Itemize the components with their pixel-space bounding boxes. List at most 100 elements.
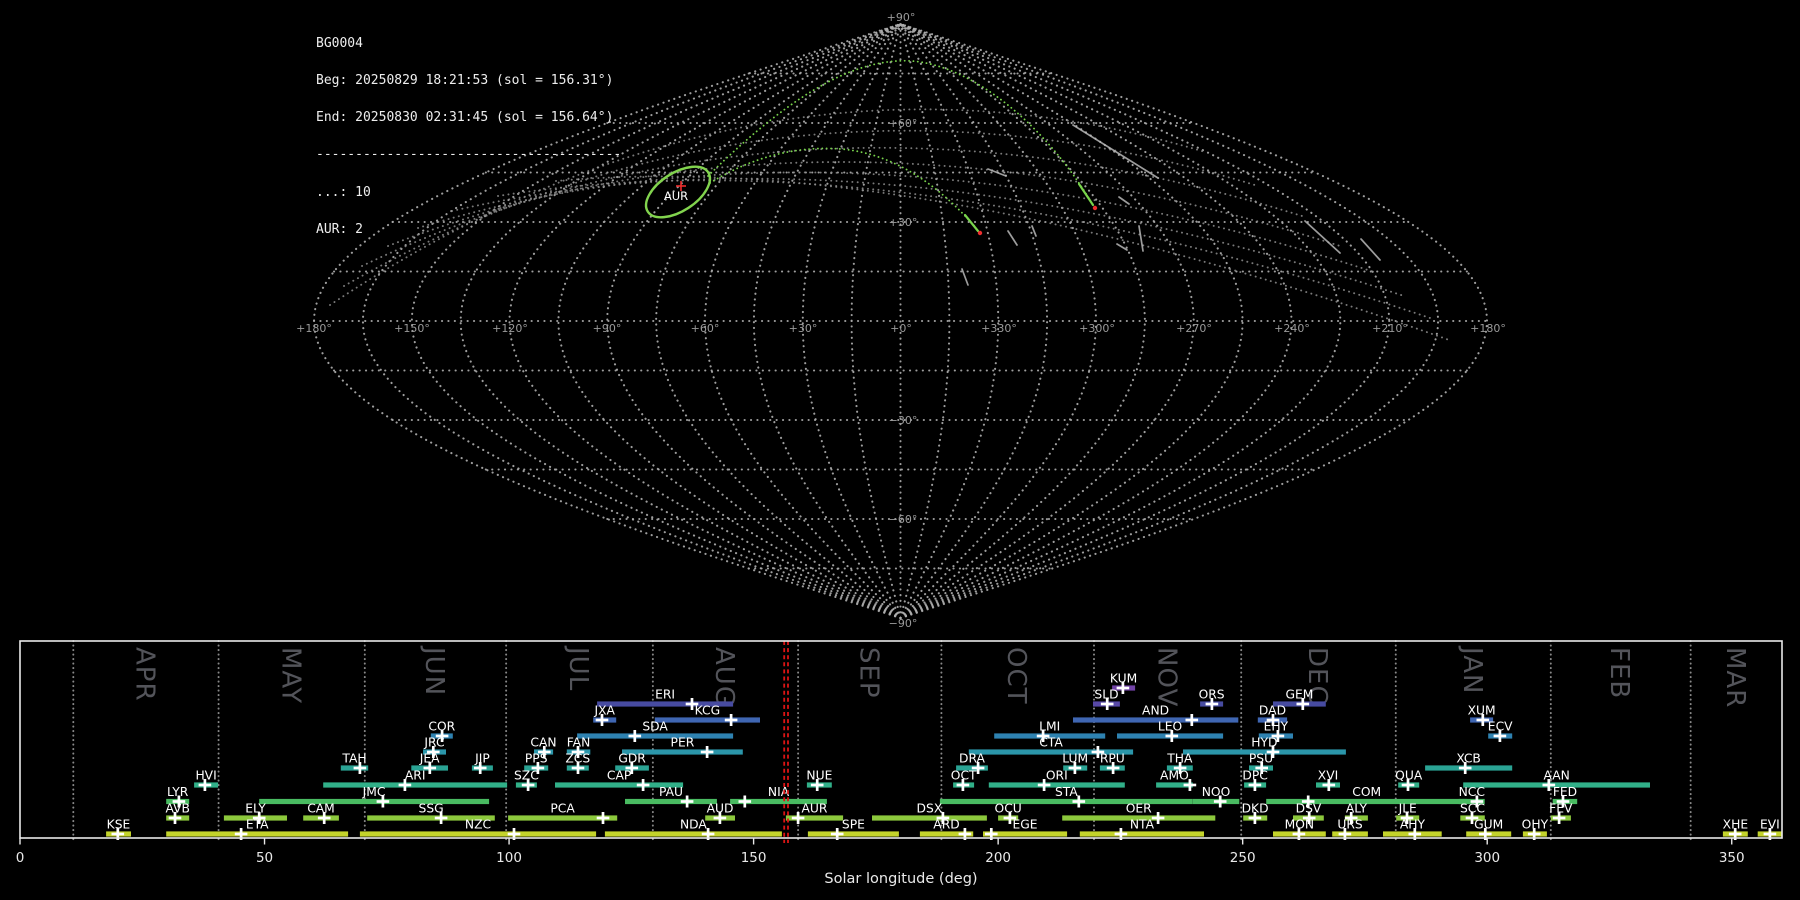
- shower-code-label: SPE: [842, 818, 865, 832]
- shower-code-label: STA: [1055, 785, 1078, 799]
- shower-code-label: OER: [1126, 802, 1152, 816]
- shower-code-label: PER: [671, 736, 695, 750]
- longitude-label: +270°: [1176, 322, 1212, 335]
- shower-bar: [939, 798, 1193, 805]
- shower-code-label: URS: [1337, 818, 1363, 832]
- shower-code-label: EGE: [1012, 818, 1037, 832]
- latitude-label: −90°: [889, 617, 918, 630]
- shower-code-label: CAP: [607, 769, 631, 783]
- shower-track-dotted: [709, 147, 977, 229]
- latitude-label: +90°: [887, 11, 916, 24]
- shower-code-label: AUR: [802, 802, 828, 816]
- latitude-label: −60°: [889, 513, 918, 526]
- shower-code-label: OCU: [995, 802, 1022, 816]
- longitude-label: +180°: [1470, 322, 1506, 335]
- shower-code-label: TAH: [341, 752, 366, 766]
- shower-bar: [577, 733, 734, 739]
- meteor-streak: [1118, 196, 1130, 205]
- end-time-line: End: 20250830 02:31:45 (sol = 156.64°): [316, 110, 614, 126]
- shower-code-label: ALY: [1346, 802, 1368, 816]
- longitude-label: +210°: [1372, 322, 1408, 335]
- shower-code-label: ELY: [245, 802, 266, 816]
- shower-code-label: CAM: [307, 802, 335, 816]
- meteor-streak: [1031, 225, 1037, 237]
- shower-code-label: NUE: [806, 769, 832, 783]
- meteor-end-dot: [1092, 205, 1098, 211]
- x-tick-label: 0: [16, 850, 25, 866]
- x-tick-label: 200: [985, 850, 1011, 866]
- month-label: OCT: [1001, 647, 1031, 705]
- shower-bar: [1079, 831, 1204, 837]
- shower-code-label: GUM: [1474, 818, 1503, 832]
- month-label: JUN: [419, 645, 449, 696]
- longitude-label: +150°: [394, 322, 430, 335]
- meteor-streak: [1116, 243, 1128, 251]
- shower-code-label: FED: [1553, 785, 1577, 799]
- activity-timeline: APR MAY JUN JUL AUG SEP OCT NOV DEC JAN FEB MARKUME…: [16, 640, 1783, 887]
- begin-time-line: Beg: 20250829 18:21:53 (sol = 156.31°): [316, 73, 614, 89]
- latitude-label: +60°: [889, 117, 918, 130]
- shower-meteor-streak: [963, 213, 980, 233]
- shower-code-label: PPS: [525, 752, 548, 766]
- shower-code-label: NDA: [680, 818, 707, 832]
- station-info: BG0004 Beg: 20250829 18:21:53 (sol = 156…: [316, 13, 621, 249]
- longitude-label: +90°: [593, 322, 622, 335]
- shower-bar: [654, 717, 760, 723]
- shower-code-label: SDA: [642, 720, 668, 734]
- shower-code-label: NTA: [1130, 818, 1155, 832]
- shower-bar: [166, 831, 349, 837]
- shower-code-label: PAU: [659, 785, 683, 799]
- shower-code-label: SZC: [514, 769, 539, 783]
- shower-bar: [625, 798, 717, 805]
- shower-code-label: NIA: [768, 785, 790, 799]
- shower-code-label: NOO: [1202, 785, 1231, 799]
- shower-code-label: AMO: [1160, 769, 1189, 783]
- longitude-label: +240°: [1274, 322, 1310, 335]
- shower-code-label: DRA: [959, 752, 986, 766]
- sporadic-count: ...: 10: [316, 184, 371, 200]
- longitude-label: +30°: [789, 322, 818, 335]
- shower-code-label: KCG: [695, 704, 721, 718]
- shower-code-label: ARD: [933, 818, 959, 832]
- x-tick-label: 150: [741, 850, 767, 866]
- latitude-label: −30°: [889, 414, 918, 427]
- shower-code-label: ORI: [1046, 769, 1068, 783]
- x-tick-label: 50: [256, 850, 273, 866]
- separator-line: ---------------------------------------: [316, 147, 622, 163]
- meteor-station-report: { "header": { "lines": [ "BG0004", "Beg:…: [0, 0, 1800, 900]
- shower-bar: [359, 831, 597, 837]
- longitude-label: +300°: [1079, 322, 1115, 335]
- shower-bar: [1073, 717, 1239, 723]
- month-label: JUL: [563, 645, 593, 691]
- shower-code-label: AND: [1142, 704, 1169, 718]
- shower-code-label: NCC: [1459, 785, 1485, 799]
- shower-code-label: COM: [1352, 785, 1381, 799]
- longitude-label: +120°: [492, 322, 528, 335]
- shower-code-label: EHY: [1264, 720, 1289, 734]
- x-axis-title: Solar longitude (deg): [824, 871, 977, 887]
- meteor-streak: [1304, 220, 1341, 254]
- shower-bar: [807, 831, 899, 837]
- shower-code-label: JXA: [593, 704, 615, 718]
- shower-code-label: DSX: [917, 802, 943, 816]
- meteor-streak: [1360, 238, 1381, 261]
- shower-code-label: ARI: [405, 769, 426, 783]
- grid-meridian: [606, 22, 902, 620]
- month-label: APR: [130, 647, 160, 702]
- shower-count: AUR: 2: [316, 221, 363, 237]
- meteor-end-dot: [977, 230, 983, 236]
- latitude-label: +30°: [889, 216, 918, 229]
- meteor-streak: [1007, 230, 1018, 246]
- meteor-great-circle: [497, 179, 1431, 319]
- month-label: NOV: [1151, 647, 1181, 707]
- shower-code-label: LEO: [1158, 720, 1182, 734]
- shower-code-label: GEM: [1285, 688, 1313, 702]
- longitude-label: +0°: [890, 322, 912, 335]
- shower-code-label: JIP: [474, 752, 490, 766]
- figure-canvas: AUR +180° +150° +120° +90° +60° +30° +0° +330° +3…: [16, 11, 1783, 887]
- shower-code-label: ETA: [246, 818, 269, 832]
- shower-code-label: AVB: [165, 802, 189, 816]
- radiant-code-label: AUR: [664, 189, 688, 203]
- x-tick-label: 100: [496, 850, 522, 866]
- month-label: AUG: [709, 647, 739, 707]
